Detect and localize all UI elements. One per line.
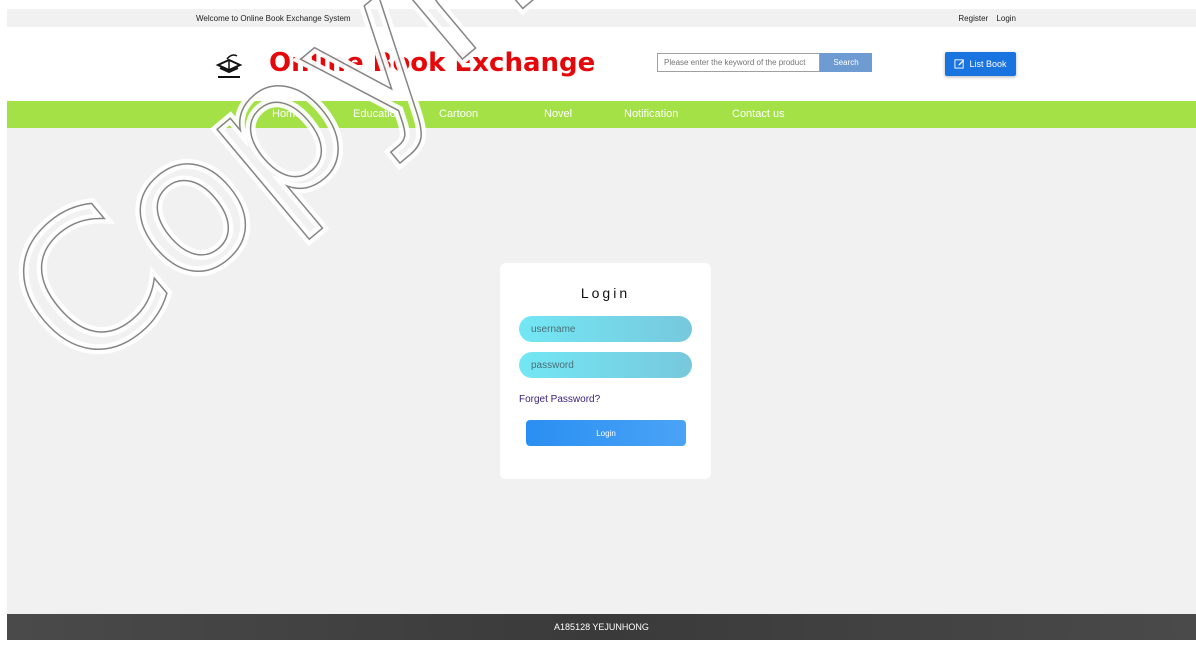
nav-item-novel[interactable]: Novel bbox=[544, 108, 572, 120]
register-link[interactable]: Register bbox=[958, 14, 988, 23]
search-input[interactable] bbox=[657, 53, 820, 72]
main-nav: Home Education Cartoon Novel Notificatio… bbox=[7, 101, 1196, 128]
nav-item-cartoon[interactable]: Cartoon bbox=[439, 108, 478, 120]
list-book-button[interactable]: List Book bbox=[945, 52, 1016, 76]
list-book-label: List Book bbox=[969, 59, 1007, 69]
site-title[interactable]: Online Book Exchange bbox=[269, 48, 595, 78]
footer: A185128 YEJUNHONG bbox=[7, 614, 1196, 640]
login-link[interactable]: Login bbox=[996, 14, 1016, 23]
search-button[interactable]: Search bbox=[820, 53, 872, 72]
top-links: Register Login bbox=[952, 14, 1016, 23]
nav-item-contact-us[interactable]: Contact us bbox=[732, 108, 785, 120]
nav-item-notification[interactable]: Notification bbox=[624, 108, 678, 120]
login-card: Login Forget Password? Login bbox=[500, 263, 711, 479]
edit-icon bbox=[954, 58, 965, 71]
password-input[interactable] bbox=[519, 352, 692, 378]
nav-item-education[interactable]: Education bbox=[353, 108, 402, 120]
login-title: Login bbox=[580, 285, 631, 301]
page-background: Welcome to Online Book Exchange System R… bbox=[7, 9, 1196, 640]
forget-password-link[interactable]: Forget Password? bbox=[519, 394, 600, 405]
top-bar: Welcome to Online Book Exchange System R… bbox=[7, 9, 1196, 27]
nav-item-home[interactable]: Home bbox=[272, 108, 301, 120]
book-logo-icon[interactable] bbox=[214, 51, 244, 81]
username-input[interactable] bbox=[519, 316, 692, 342]
footer-text: A185128 YEJUNHONG bbox=[554, 622, 649, 632]
site-header: Online Book Exchange Search List Book bbox=[7, 27, 1196, 102]
login-button[interactable]: Login bbox=[526, 420, 686, 446]
welcome-text: Welcome to Online Book Exchange System bbox=[196, 14, 351, 23]
